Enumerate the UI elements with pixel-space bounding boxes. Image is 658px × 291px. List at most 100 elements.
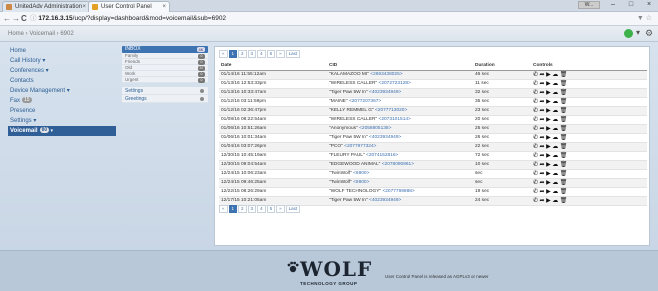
gear-icon[interactable]: ⚙ <box>645 28 653 38</box>
sidebar-item-voicemail[interactable]: Voicemail 80 ▾ <box>8 126 116 136</box>
download-icon[interactable]: ☁ <box>552 90 560 96</box>
message-duration: 10 sec <box>473 160 531 170</box>
download-icon[interactable]: ☁ <box>552 117 560 123</box>
download-icon[interactable]: ☁ <box>552 198 560 204</box>
page-button-2[interactable]: 2 <box>238 205 247 213</box>
trash-icon[interactable]: 🗑 <box>560 126 569 132</box>
column-header-cid[interactable]: CID <box>327 61 473 71</box>
browser-tab-2[interactable]: User Control Panel × <box>88 1 170 12</box>
sidebar-item-home[interactable]: Home <box>8 46 116 56</box>
tab-label: UnitedAdv Administration <box>15 4 83 10</box>
sidebar-item-conferences[interactable]: Conferences ▾ <box>8 66 116 76</box>
greetings-link[interactable]: Greetings <box>122 95 208 103</box>
minimize-icon[interactable]: – <box>604 0 622 10</box>
download-icon[interactable]: ☁ <box>552 180 560 186</box>
sidebar-item-presence[interactable]: Presence <box>8 106 116 116</box>
page-button-3[interactable]: 3 <box>247 205 257 213</box>
trash-icon[interactable]: 🗑 <box>560 171 569 177</box>
voicemail-settings-link[interactable]: Settings <box>122 87 208 95</box>
prev-page-button[interactable]: « <box>219 205 228 213</box>
download-icon[interactable]: ☁ <box>552 144 560 150</box>
presence-status-icon[interactable] <box>624 29 633 38</box>
window-user-badge[interactable]: W... <box>578 1 600 9</box>
pagination-top: « 1 2 3 4 5 » Last <box>219 50 301 58</box>
last-page-button[interactable]: Last <box>285 50 301 58</box>
close-window-icon[interactable]: × <box>640 0 658 10</box>
download-icon[interactable]: ☁ <box>552 153 560 159</box>
sidebar-item-settings[interactable]: Settings ▾ <box>8 116 116 126</box>
message-date: 12/17/15 10:21:05am <box>219 196 327 206</box>
voicemail-panel: « 1 2 3 4 5 » Last Date CID Duration Con… <box>214 46 650 246</box>
trash-icon[interactable]: 🗑 <box>560 81 569 87</box>
page-button-2[interactable]: 2 <box>238 50 247 58</box>
page-button-4[interactable]: 4 <box>257 50 266 58</box>
trash-icon[interactable]: 🗑 <box>560 189 569 195</box>
prev-page-button[interactable]: « <box>219 50 228 58</box>
maximize-icon[interactable]: □ <box>622 0 640 10</box>
cid-name: "Tiger Paw 5W In" <box>329 90 368 95</box>
filter-icon[interactable]: ▼ <box>637 15 644 22</box>
download-icon[interactable]: ☁ <box>552 126 560 132</box>
trash-icon[interactable]: 🗑 <box>560 180 569 186</box>
pagination-bottom: « 1 2 3 4 5 » Last <box>219 205 301 213</box>
cid-name: "Tiger Paw 5W In" <box>329 135 368 140</box>
close-tab-icon[interactable]: × <box>162 2 166 12</box>
download-icon[interactable]: ☁ <box>552 135 560 141</box>
sidebar-item-device-management[interactable]: Device Management ▾ <box>8 86 116 96</box>
browser-tab-1[interactable]: UnitedAdv Administration × <box>2 1 90 12</box>
page-button-1[interactable]: 1 <box>228 50 238 58</box>
column-header-duration[interactable]: Duration <box>473 61 531 71</box>
next-page-button[interactable]: » <box>276 50 285 58</box>
cid-name: "Tiger Paw 5W In" <box>329 198 368 203</box>
download-icon[interactable]: ☁ <box>552 162 560 168</box>
reload-icon[interactable]: C <box>21 13 27 25</box>
folder-inbox[interactable]: INBOX 46 <box>122 46 208 53</box>
trash-icon[interactable]: 🗑 <box>560 162 569 168</box>
download-icon[interactable]: ☁ <box>552 81 560 87</box>
page-button-1[interactable]: 1 <box>228 205 238 213</box>
sidebar-item-fax[interactable]: Fax 15 <box>8 96 116 106</box>
trash-icon[interactable]: 🗑 <box>560 90 569 96</box>
download-icon[interactable]: ☁ <box>552 99 560 105</box>
message-duration: 26 sec <box>473 133 531 143</box>
chevron-down-icon[interactable]: ▾ <box>636 28 640 38</box>
page-button-3[interactable]: 3 <box>247 50 257 58</box>
table-row: 12/24/15 09:46:25am "TwinWolf" <6900> sec ✆… <box>219 178 647 188</box>
download-icon[interactable]: ☁ <box>552 72 560 78</box>
last-page-button[interactable]: Last <box>285 205 301 213</box>
page-button-5[interactable]: 5 <box>266 205 276 213</box>
message-date: 01/14/16 11:55:12am <box>219 70 327 80</box>
message-controls: ✆➦▶☁🗑 <box>531 178 647 188</box>
close-tab-icon[interactable]: × <box>82 2 86 12</box>
browser-tab-strip: UnitedAdv Administration × User Control … <box>0 0 658 12</box>
trash-icon[interactable]: 🗑 <box>560 117 569 123</box>
trash-icon[interactable]: 🗑 <box>560 144 569 150</box>
star-icon[interactable]: ☆ <box>646 15 652 22</box>
trash-icon[interactable]: 🗑 <box>560 135 569 141</box>
trash-icon[interactable]: 🗑 <box>560 198 569 204</box>
page-button-4[interactable]: 4 <box>257 205 266 213</box>
trash-icon[interactable]: 🗑 <box>560 72 569 78</box>
breadcrumb: Home › Voicemail › 6902 <box>8 31 74 37</box>
sidebar-item-call-history[interactable]: Call History ▾ <box>8 56 116 66</box>
sidebar-item-contacts[interactable]: Contacts <box>8 76 116 86</box>
message-date: 01/12/16 03:11:59pm <box>219 97 327 107</box>
cid-name: "Anonymous" <box>329 126 358 131</box>
column-header-date[interactable]: Date <box>219 61 327 71</box>
trash-icon[interactable]: 🗑 <box>560 153 569 159</box>
message-date: 01/06/16 10:51:26am <box>219 124 327 134</box>
download-icon[interactable]: ☁ <box>552 108 560 114</box>
table-row: 01/04/16 03:07:26pm "PCO" <2077977324> 22 … <box>219 142 647 152</box>
message-controls: ✆➦▶☁🗑 <box>531 124 647 134</box>
url-field[interactable]: ⓘ 172.16.3.15/ucp/?display=dashboard&mod… <box>30 14 226 24</box>
next-page-button[interactable]: » <box>276 205 285 213</box>
back-icon[interactable]: ← <box>3 13 11 25</box>
page-button-5[interactable]: 5 <box>266 50 276 58</box>
forward-icon[interactable]: → <box>12 13 20 25</box>
trash-icon[interactable]: 🗑 <box>560 108 569 114</box>
trash-icon[interactable]: 🗑 <box>560 99 569 105</box>
download-icon[interactable]: ☁ <box>552 171 560 177</box>
folder-urgent[interactable]: Urgent 0 <box>122 77 208 83</box>
download-icon[interactable]: ☁ <box>552 189 560 195</box>
message-controls: ✆➦▶☁🗑 <box>531 79 647 89</box>
